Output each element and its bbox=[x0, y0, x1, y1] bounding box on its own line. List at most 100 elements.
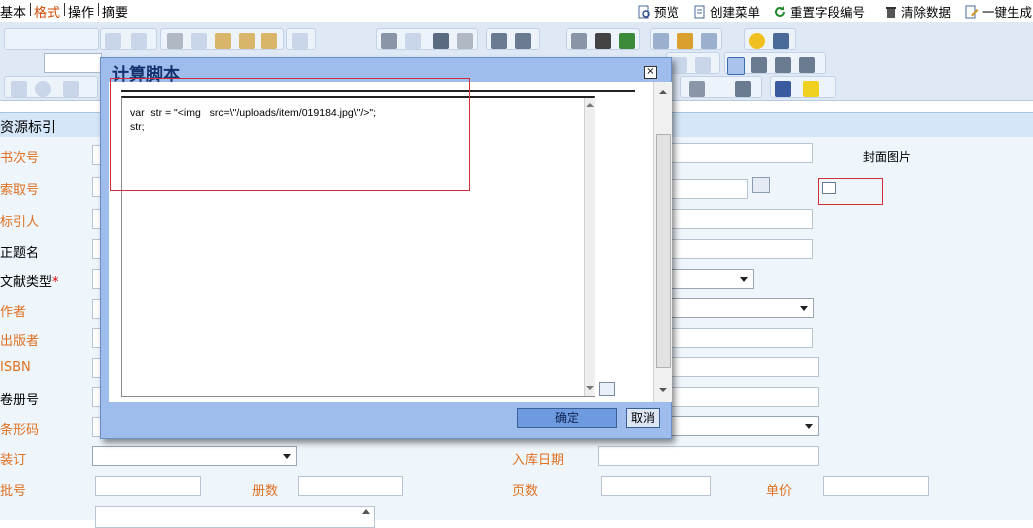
align-justify-icon[interactable] bbox=[799, 57, 815, 73]
trash-icon bbox=[886, 6, 896, 18]
toolbar-group bbox=[680, 76, 762, 98]
subscript-icon[interactable] bbox=[671, 57, 687, 73]
cut-icon[interactable] bbox=[167, 33, 183, 49]
document-type-select[interactable] bbox=[670, 269, 754, 289]
dialog-scrollbar[interactable] bbox=[653, 82, 672, 402]
copy-icon[interactable] bbox=[191, 33, 207, 49]
special-char-icon[interactable] bbox=[773, 33, 789, 49]
text-color-icon[interactable] bbox=[775, 81, 791, 97]
stock-in-date-input[interactable] bbox=[598, 446, 819, 466]
unit-price-label: 单价 bbox=[766, 484, 793, 499]
align-center-icon[interactable] bbox=[751, 57, 767, 73]
script-icon[interactable] bbox=[822, 182, 836, 194]
textarea-scroll-down[interactable] bbox=[586, 386, 594, 390]
browse-icon[interactable] bbox=[752, 177, 770, 193]
document-type-label: 文献类型* bbox=[0, 275, 59, 290]
volume-count-input[interactable] bbox=[298, 476, 403, 496]
background-color-icon[interactable] bbox=[803, 81, 819, 97]
pages-input[interactable] bbox=[601, 476, 711, 496]
div-container-icon[interactable] bbox=[619, 33, 635, 49]
tab-basic[interactable]: 基本 bbox=[0, 2, 26, 21]
author-select[interactable] bbox=[670, 298, 814, 318]
blockquote-icon[interactable] bbox=[595, 33, 611, 49]
bulleted-list-icon[interactable] bbox=[515, 33, 531, 49]
tab-format[interactable]: 格式 bbox=[34, 2, 60, 21]
toolbar-group bbox=[566, 28, 640, 50]
replace-icon[interactable] bbox=[405, 33, 421, 49]
create-menu-label: 创建菜单 bbox=[710, 5, 761, 20]
image-icon[interactable] bbox=[653, 33, 669, 49]
unit-price-input[interactable] bbox=[823, 476, 929, 496]
cancel-button[interactable]: 取消 bbox=[626, 408, 660, 428]
right-input-row-4[interactable] bbox=[670, 239, 813, 259]
numbered-list-icon[interactable] bbox=[491, 33, 507, 49]
link-icon[interactable] bbox=[689, 81, 705, 97]
toolbar-group bbox=[666, 52, 720, 74]
paste-icon[interactable] bbox=[215, 33, 231, 49]
align-right-icon[interactable] bbox=[775, 57, 791, 73]
style-select[interactable] bbox=[44, 53, 102, 73]
batch-number-label: 批号 bbox=[0, 484, 27, 499]
checkbox-icon[interactable] bbox=[11, 81, 27, 97]
paste-word-icon[interactable] bbox=[261, 33, 277, 49]
pages-label: 页数 bbox=[512, 484, 539, 499]
spellcheck-icon[interactable] bbox=[292, 33, 308, 49]
eraser-icon[interactable] bbox=[457, 33, 473, 49]
new-document-icon bbox=[694, 5, 705, 18]
isbn-label: ISBN bbox=[0, 360, 31, 375]
volume-count-label: 册数 bbox=[252, 484, 279, 499]
barcode-right-select[interactable] bbox=[670, 416, 819, 436]
binding-select[interactable] bbox=[92, 446, 297, 466]
indent-icon[interactable] bbox=[571, 33, 587, 49]
one-click-generate-button[interactable]: 一键生成 bbox=[965, 2, 1032, 21]
clear-data-button[interactable]: 清除数据 bbox=[884, 2, 951, 21]
tab-divider bbox=[98, 3, 99, 16]
textfield-icon[interactable] bbox=[63, 81, 79, 97]
toolbar-row-1 bbox=[0, 26, 1033, 50]
right-input-row-3[interactable] bbox=[670, 209, 813, 229]
dialog-scroll-down[interactable] bbox=[659, 388, 667, 392]
toolbar-group bbox=[4, 76, 98, 98]
textarea-scrollbar[interactable] bbox=[584, 98, 595, 396]
toolbar-group bbox=[486, 28, 540, 50]
flash-icon[interactable] bbox=[677, 33, 693, 49]
preview-icon bbox=[638, 5, 650, 18]
script-editor-icon[interactable] bbox=[599, 382, 615, 396]
reset-field-numbers-button[interactable]: 重置字段编号 bbox=[773, 2, 865, 21]
dialog-footer: 确定 取消 bbox=[101, 403, 671, 438]
radio-icon[interactable] bbox=[35, 81, 51, 97]
isbn-right-input[interactable] bbox=[670, 357, 819, 377]
smiley-icon[interactable] bbox=[749, 33, 765, 49]
preview-button[interactable]: 预览 bbox=[637, 2, 679, 21]
volume-right-input[interactable] bbox=[670, 387, 819, 407]
right-input-row-1[interactable] bbox=[670, 143, 813, 163]
edit-document-icon bbox=[965, 5, 979, 18]
document-icon[interactable] bbox=[131, 33, 147, 49]
author-label: 作者 bbox=[0, 305, 27, 320]
tab-divider bbox=[64, 3, 65, 16]
scroll-up-arrow[interactable] bbox=[362, 509, 370, 514]
toolbar-group bbox=[376, 28, 478, 50]
dialog-close-button[interactable]: × bbox=[644, 66, 657, 79]
table-icon[interactable] bbox=[701, 33, 717, 49]
ok-button[interactable]: 确定 bbox=[517, 408, 617, 428]
align-left-icon[interactable] bbox=[727, 57, 745, 75]
select-all-icon[interactable] bbox=[433, 33, 449, 49]
script-highlight bbox=[110, 78, 470, 191]
batch-number-input[interactable] bbox=[95, 476, 201, 496]
tab-operation[interactable]: 操作 bbox=[68, 2, 94, 21]
create-menu-button[interactable]: 创建菜单 bbox=[693, 2, 760, 21]
dialog-scroll-thumb[interactable] bbox=[656, 134, 671, 368]
book-number-label: 书次号 bbox=[0, 151, 40, 166]
superscript-icon[interactable] bbox=[695, 57, 711, 73]
find-icon[interactable] bbox=[381, 33, 397, 49]
call-number-right-input[interactable] bbox=[670, 179, 748, 199]
publisher-right-input[interactable] bbox=[670, 328, 813, 348]
dialog-scroll-up[interactable] bbox=[659, 90, 667, 94]
tab-summary[interactable]: 摘要 bbox=[102, 2, 128, 21]
notes-textarea[interactable] bbox=[95, 506, 375, 528]
textarea-scroll-up[interactable] bbox=[586, 103, 594, 107]
find-in-page-icon[interactable] bbox=[105, 33, 121, 49]
paste-text-icon[interactable] bbox=[239, 33, 255, 49]
anchor-icon[interactable] bbox=[735, 81, 751, 97]
